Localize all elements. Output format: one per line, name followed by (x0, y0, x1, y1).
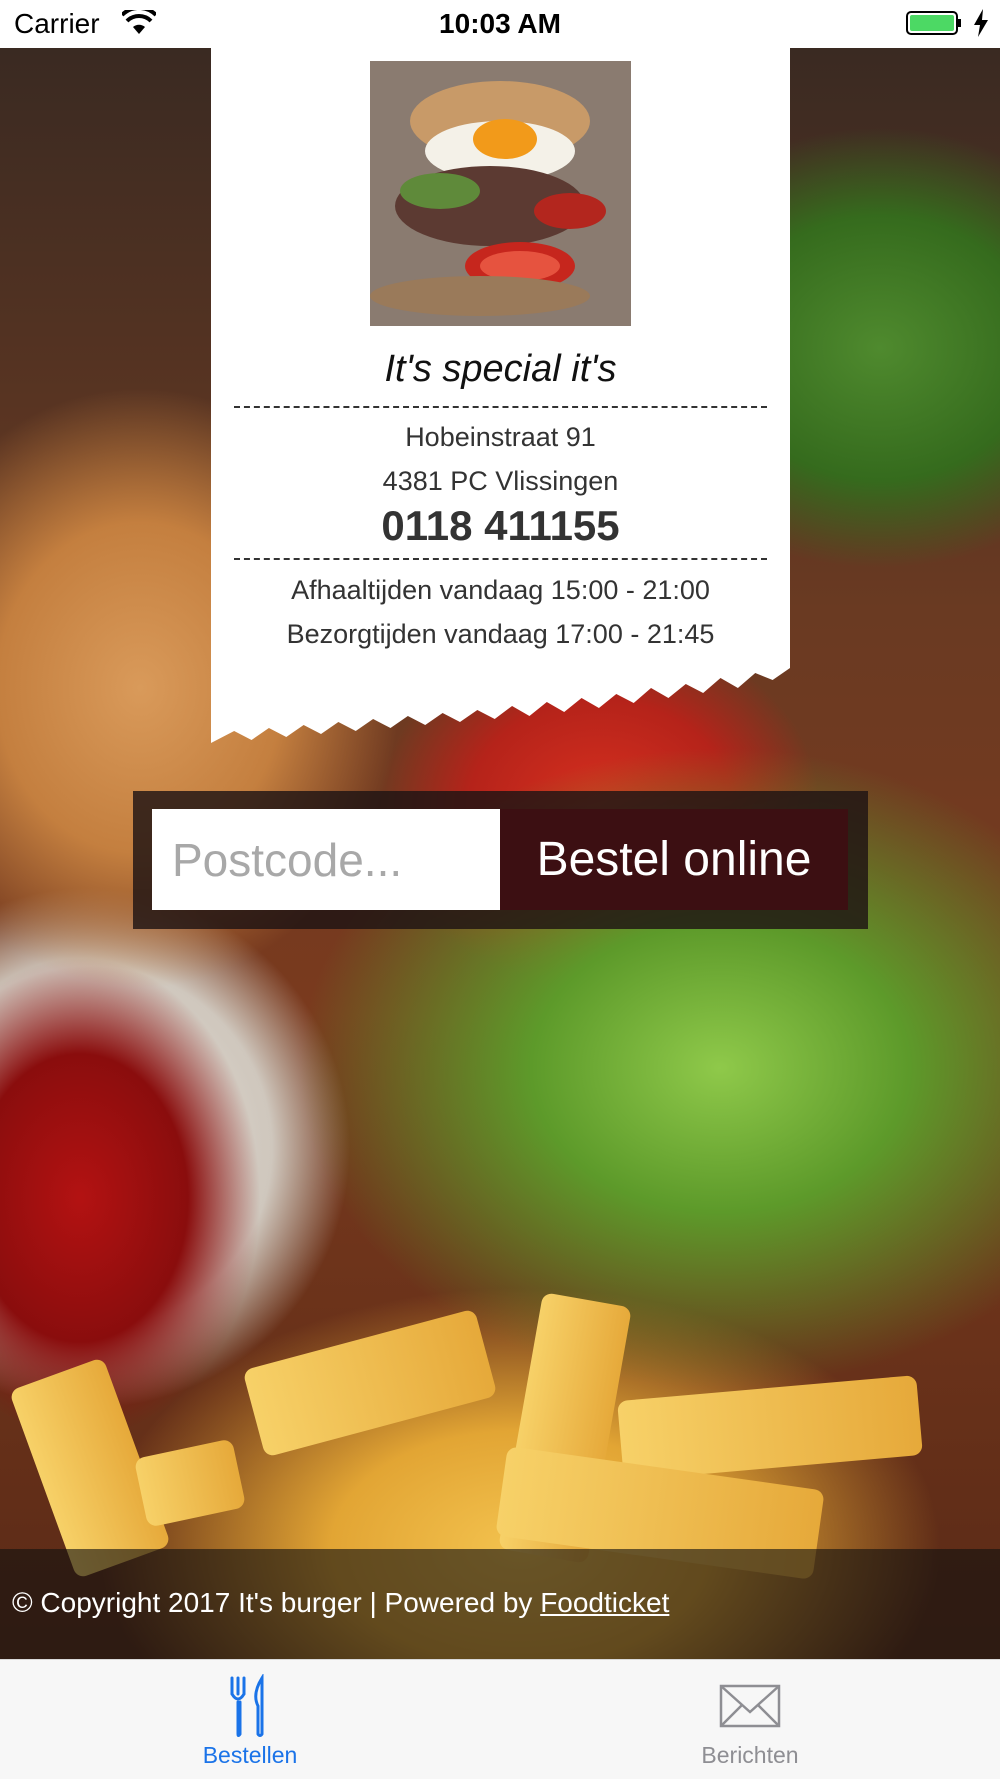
clock: 10:03 AM (439, 8, 561, 39)
pickup-times: Afhaaltijden vandaag 15:00 - 21:00 (291, 575, 710, 605)
copyright-text: © Copyright 2017 It's burger | Powered b… (12, 1587, 669, 1619)
address-city: 4381 PC Vlissingen (382, 466, 619, 496)
battery-icon (906, 11, 961, 35)
tab-bestellen[interactable]: Bestellen (0, 1660, 500, 1779)
envelope-icon (719, 1684, 781, 1728)
charging-bolt-icon (974, 9, 988, 37)
restaurant-name: It's special it's (384, 348, 617, 390)
delivery-times: Bezorgtijden vandaag 17:00 - 21:45 (286, 619, 715, 649)
phone-number[interactable]: 0118 411155 (211, 502, 790, 550)
postcode-input[interactable] (152, 809, 500, 910)
restaurant-logo-image (370, 61, 631, 326)
dashed-divider (234, 558, 767, 560)
status-bar: Carrier 10:03 AM (0, 0, 1000, 48)
dashed-divider (234, 406, 767, 408)
tab-bar: Bestellen Berichten (0, 1659, 1000, 1779)
order-bar: Bestel online (133, 791, 868, 929)
tab-label: Bestellen (202, 1742, 298, 1768)
tab-berichten[interactable]: Berichten (500, 1660, 1000, 1779)
fork-knife-icon (230, 1674, 264, 1737)
tab-label: Berichten (701, 1742, 799, 1768)
restaurant-info-card: It's special it's Hobeinstraat 91 4381 P… (211, 48, 790, 743)
copyright-label: © Copyright 2017 It's burger | Powered b… (12, 1587, 541, 1618)
footer: © Copyright 2017 It's burger | Powered b… (0, 1549, 1000, 1659)
foodticket-link[interactable]: Foodticket (540, 1587, 669, 1618)
address-street: Hobeinstraat 91 (405, 422, 596, 452)
order-online-button[interactable]: Bestel online (500, 809, 848, 910)
